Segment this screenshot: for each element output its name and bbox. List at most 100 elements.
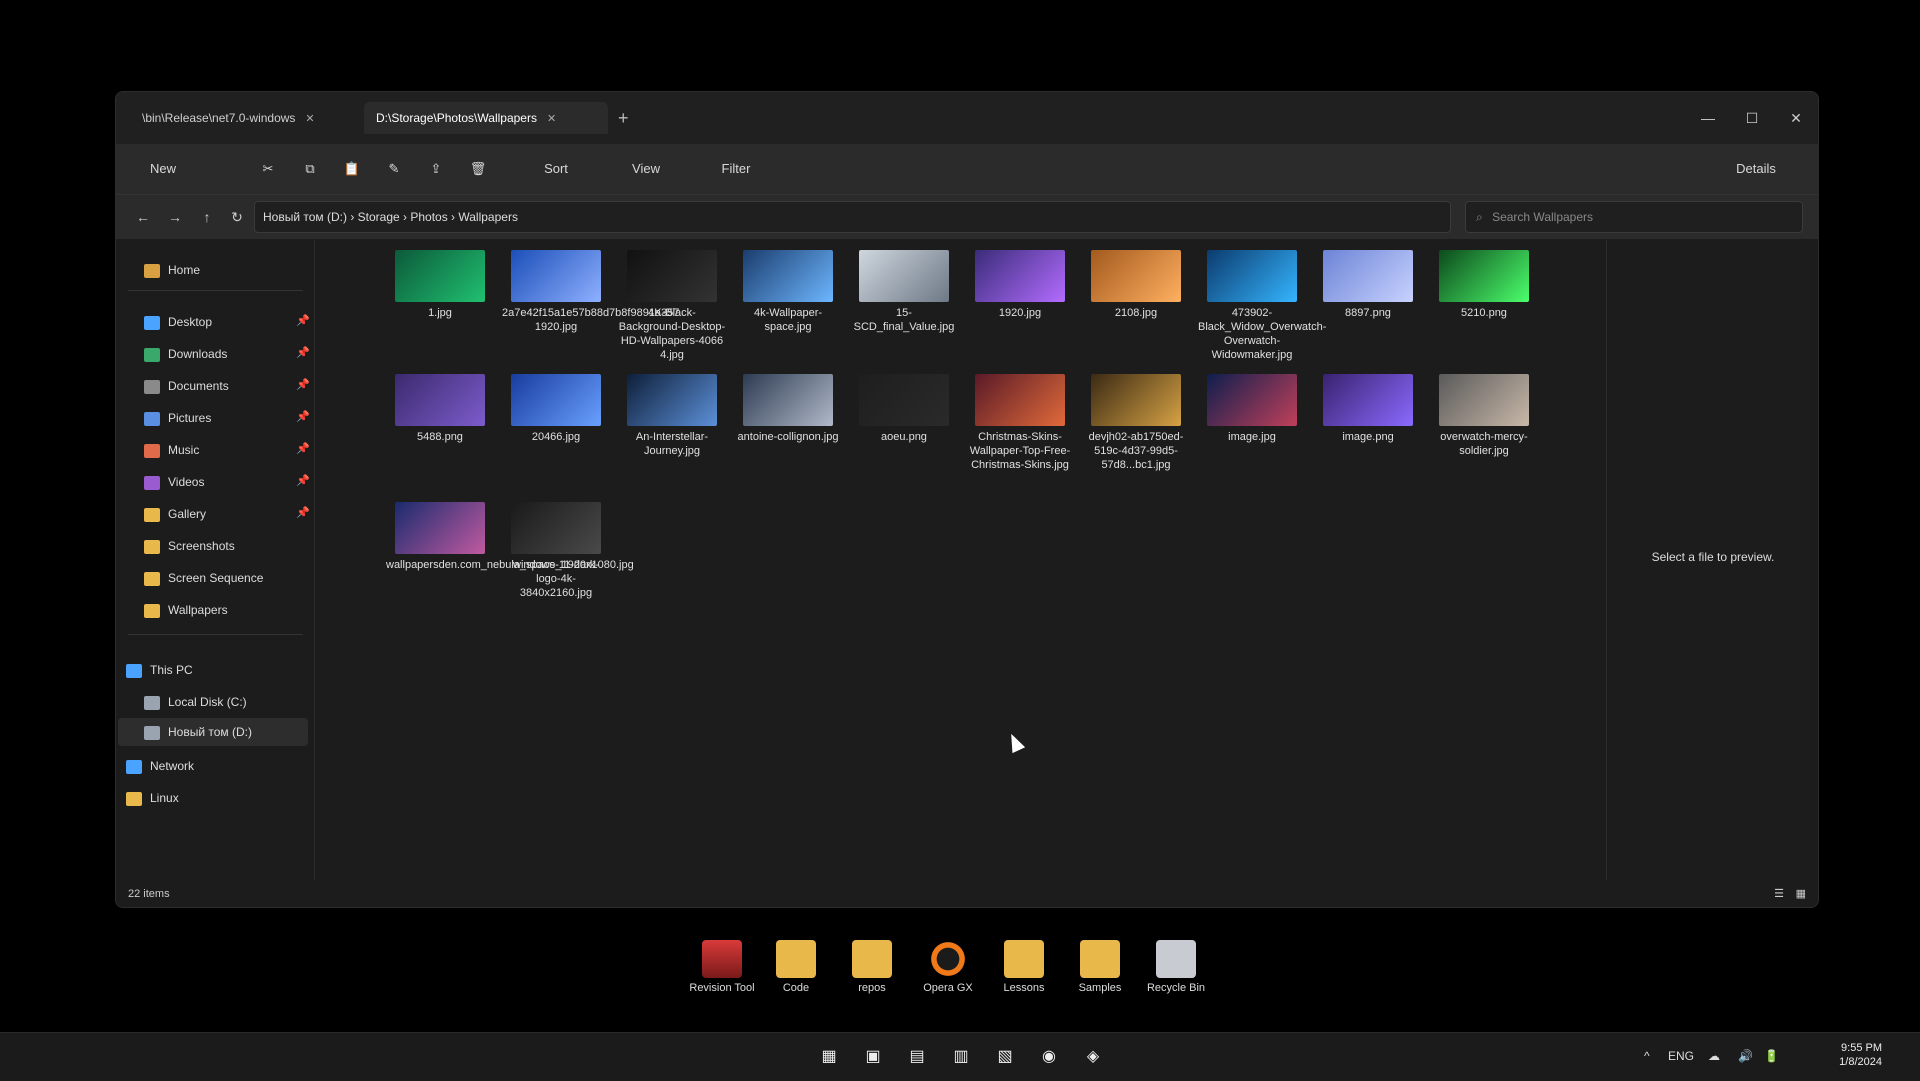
- close-window-button[interactable]: ✕: [1778, 104, 1814, 132]
- file-item[interactable]: An-Interstellar-Journey.jpg: [618, 374, 726, 458]
- copy-button[interactable]: ⧉: [296, 156, 324, 182]
- desktop-icon-samples[interactable]: Samples: [1062, 940, 1138, 994]
- file-item[interactable]: 1920.jpg: [966, 250, 1074, 320]
- view-button[interactable]: View: [606, 156, 686, 182]
- sidebar-item-desktop[interactable]: Desktop: [144, 310, 212, 334]
- file-item[interactable]: 5210.png: [1430, 250, 1538, 320]
- pin-icon[interactable]: 📌: [296, 314, 310, 327]
- file-thumbnail: [1323, 250, 1413, 302]
- file-item[interactable]: antoine-collignon.jpg: [734, 374, 842, 444]
- explorer-taskbar-icon[interactable]: ▧: [990, 1043, 1020, 1071]
- browser-taskbar-icon[interactable]: ◉: [1034, 1043, 1064, 1071]
- search-placeholder: Search Wallpapers: [1492, 210, 1594, 224]
- close-tab-icon[interactable]: ✕: [547, 113, 556, 125]
- file-item[interactable]: 2108.jpg: [1082, 250, 1190, 320]
- sidebar-item-gallery[interactable]: Gallery: [144, 502, 206, 526]
- back-icon[interactable]: ←: [130, 205, 156, 229]
- desktop-icon-opera-gx[interactable]: Opera GX: [910, 940, 986, 994]
- file-item[interactable]: 2a7e42f15a1e57b88d7b8f9891a357 1920.jpg: [502, 250, 679, 334]
- new-tab-button[interactable]: +: [618, 108, 629, 129]
- volume-icon[interactable]: 🔊: [1738, 1049, 1753, 1063]
- pin-icon[interactable]: 📌: [296, 506, 310, 519]
- tab-wallpapers[interactable]: D:\Storage\Photos\Wallpapers ✕: [364, 102, 608, 134]
- clock[interactable]: 9:55 PM 1/8/2024: [1839, 1041, 1882, 1069]
- file-item[interactable]: windows-11-dark-logo-4k-3840x2160.jpg: [502, 502, 610, 600]
- tab-release[interactable]: \bin\Release\net7.0-windows ✕: [130, 102, 369, 134]
- tiles-view-icon[interactable]: ▦: [1796, 881, 1806, 907]
- file-item[interactable]: image.jpg: [1198, 374, 1306, 444]
- forward-icon[interactable]: →: [162, 205, 188, 229]
- sidebar-item-screenshots[interactable]: Screenshots: [144, 534, 235, 558]
- file-item[interactable]: 20466.jpg: [502, 374, 610, 444]
- file-item[interactable]: Christmas-Skins-Wallpaper-Top-Free-Chris…: [966, 374, 1074, 472]
- maximize-button[interactable]: ☐: [1734, 104, 1770, 132]
- sidebar-item-downloads[interactable]: Downloads: [144, 342, 227, 366]
- file-item[interactable]: wallpapersden.com_nebula_space_1920x1080…: [386, 502, 634, 572]
- paste-button[interactable]: 📋: [338, 156, 366, 182]
- sidebar-item-label: Linux: [150, 791, 179, 805]
- sidebar-item-linux[interactable]: Linux: [126, 786, 179, 810]
- file-item[interactable]: 473902-Black_Widow_Overwatch-Overwatch-W…: [1198, 250, 1326, 362]
- search-input[interactable]: ⌕ Search Wallpapers: [1465, 201, 1803, 233]
- close-tab-icon[interactable]: ✕: [305, 113, 314, 125]
- pin-icon[interactable]: 📌: [296, 346, 310, 359]
- file-item[interactable]: 15-SCD_final_Value.jpg: [850, 250, 958, 334]
- sidebar-item-network[interactable]: Network: [126, 754, 194, 778]
- details-view-icon[interactable]: ☰: [1774, 881, 1784, 907]
- pin-icon[interactable]: 📌: [296, 378, 310, 391]
- refresh-icon[interactable]: ↻: [224, 205, 250, 229]
- file-item[interactable]: 4k-Wallpaper-space.jpg: [734, 250, 842, 334]
- sidebar-item-wallpapers[interactable]: Wallpapers: [144, 598, 228, 622]
- desktop-icon-recycle-bin[interactable]: Recycle Bin: [1138, 940, 1214, 994]
- sidebar-item-this-pc[interactable]: This PC: [126, 658, 193, 682]
- share-button[interactable]: ⇪: [422, 156, 450, 182]
- delete-button[interactable]: 🗑: [464, 156, 492, 182]
- file-item[interactable]: overwatch-mercy-soldier.jpg: [1430, 374, 1538, 458]
- sidebar-item-drive-d[interactable]: Новый том (D:): [144, 720, 252, 744]
- desktop-icon-label: Code: [782, 982, 810, 994]
- search-taskbar-icon[interactable]: ▣: [858, 1043, 888, 1071]
- file-item[interactable]: image.png: [1314, 374, 1422, 444]
- new-button[interactable]: New: [128, 156, 198, 182]
- sidebar-item-videos[interactable]: Videos: [144, 470, 204, 494]
- cut-button[interactable]: ✂: [254, 156, 282, 182]
- downloads-icon: [144, 347, 160, 362]
- pin-icon[interactable]: 📌: [296, 410, 310, 423]
- language-indicator[interactable]: ENG: [1668, 1049, 1694, 1063]
- battery-icon[interactable]: 🔋: [1764, 1049, 1779, 1063]
- pin-icon[interactable]: 📌: [296, 474, 310, 487]
- filter-button[interactable]: Filter: [696, 156, 776, 182]
- sidebar-item-pictures[interactable]: Pictures: [144, 406, 211, 430]
- details-button[interactable]: Details: [1716, 156, 1796, 182]
- app-taskbar-icon[interactable]: ◈: [1078, 1043, 1108, 1071]
- sidebar-item-music[interactable]: Music: [144, 438, 199, 462]
- cloud-icon[interactable]: ☁: [1708, 1049, 1720, 1063]
- desktop-icon-repos[interactable]: repos: [834, 940, 910, 994]
- file-item[interactable]: 5488.png: [386, 374, 494, 444]
- desktop-icon-revision-tool[interactable]: Revision Tool: [684, 940, 760, 994]
- sidebar-item-label: Network: [150, 759, 195, 773]
- sidebar-item-local-disk-c[interactable]: Local Disk (C:): [144, 690, 247, 714]
- rename-button[interactable]: ✎: [380, 156, 408, 182]
- minimize-button[interactable]: —: [1690, 104, 1726, 132]
- widgets-icon[interactable]: ▥: [946, 1043, 976, 1071]
- sidebar-item-screen-sequence[interactable]: Screen Sequence: [144, 566, 263, 590]
- file-item[interactable]: devjh02-ab1750ed-519c-4d37-99d5-57d8...b…: [1082, 374, 1190, 472]
- file-item[interactable]: aoeu.png: [850, 374, 958, 444]
- address-input[interactable]: Новый том (D:) › Storage › Photos › Wall…: [254, 201, 1451, 233]
- sidebar-item-home[interactable]: Home: [144, 258, 200, 282]
- desktop-icon-code[interactable]: Code: [758, 940, 834, 994]
- file-item[interactable]: 8897.png: [1314, 250, 1422, 320]
- folder-icon: [1080, 940, 1120, 978]
- file-item[interactable]: 4K-Black-Background-Desktop-HD-Wallpaper…: [618, 250, 726, 362]
- task-view-icon[interactable]: ▤: [902, 1043, 932, 1071]
- file-item[interactable]: 1.jpg: [386, 250, 494, 320]
- sidebar-item-label: Music: [168, 443, 200, 457]
- sidebar-item-documents[interactable]: Documents: [144, 374, 229, 398]
- up-icon[interactable]: ↑: [194, 205, 220, 229]
- sort-button[interactable]: Sort: [516, 156, 596, 182]
- desktop-icon-lessons[interactable]: Lessons: [986, 940, 1062, 994]
- pin-icon[interactable]: 📌: [296, 442, 310, 455]
- start-button[interactable]: ▦: [814, 1043, 844, 1071]
- tray-overflow-icon[interactable]: ^: [1644, 1049, 1650, 1063]
